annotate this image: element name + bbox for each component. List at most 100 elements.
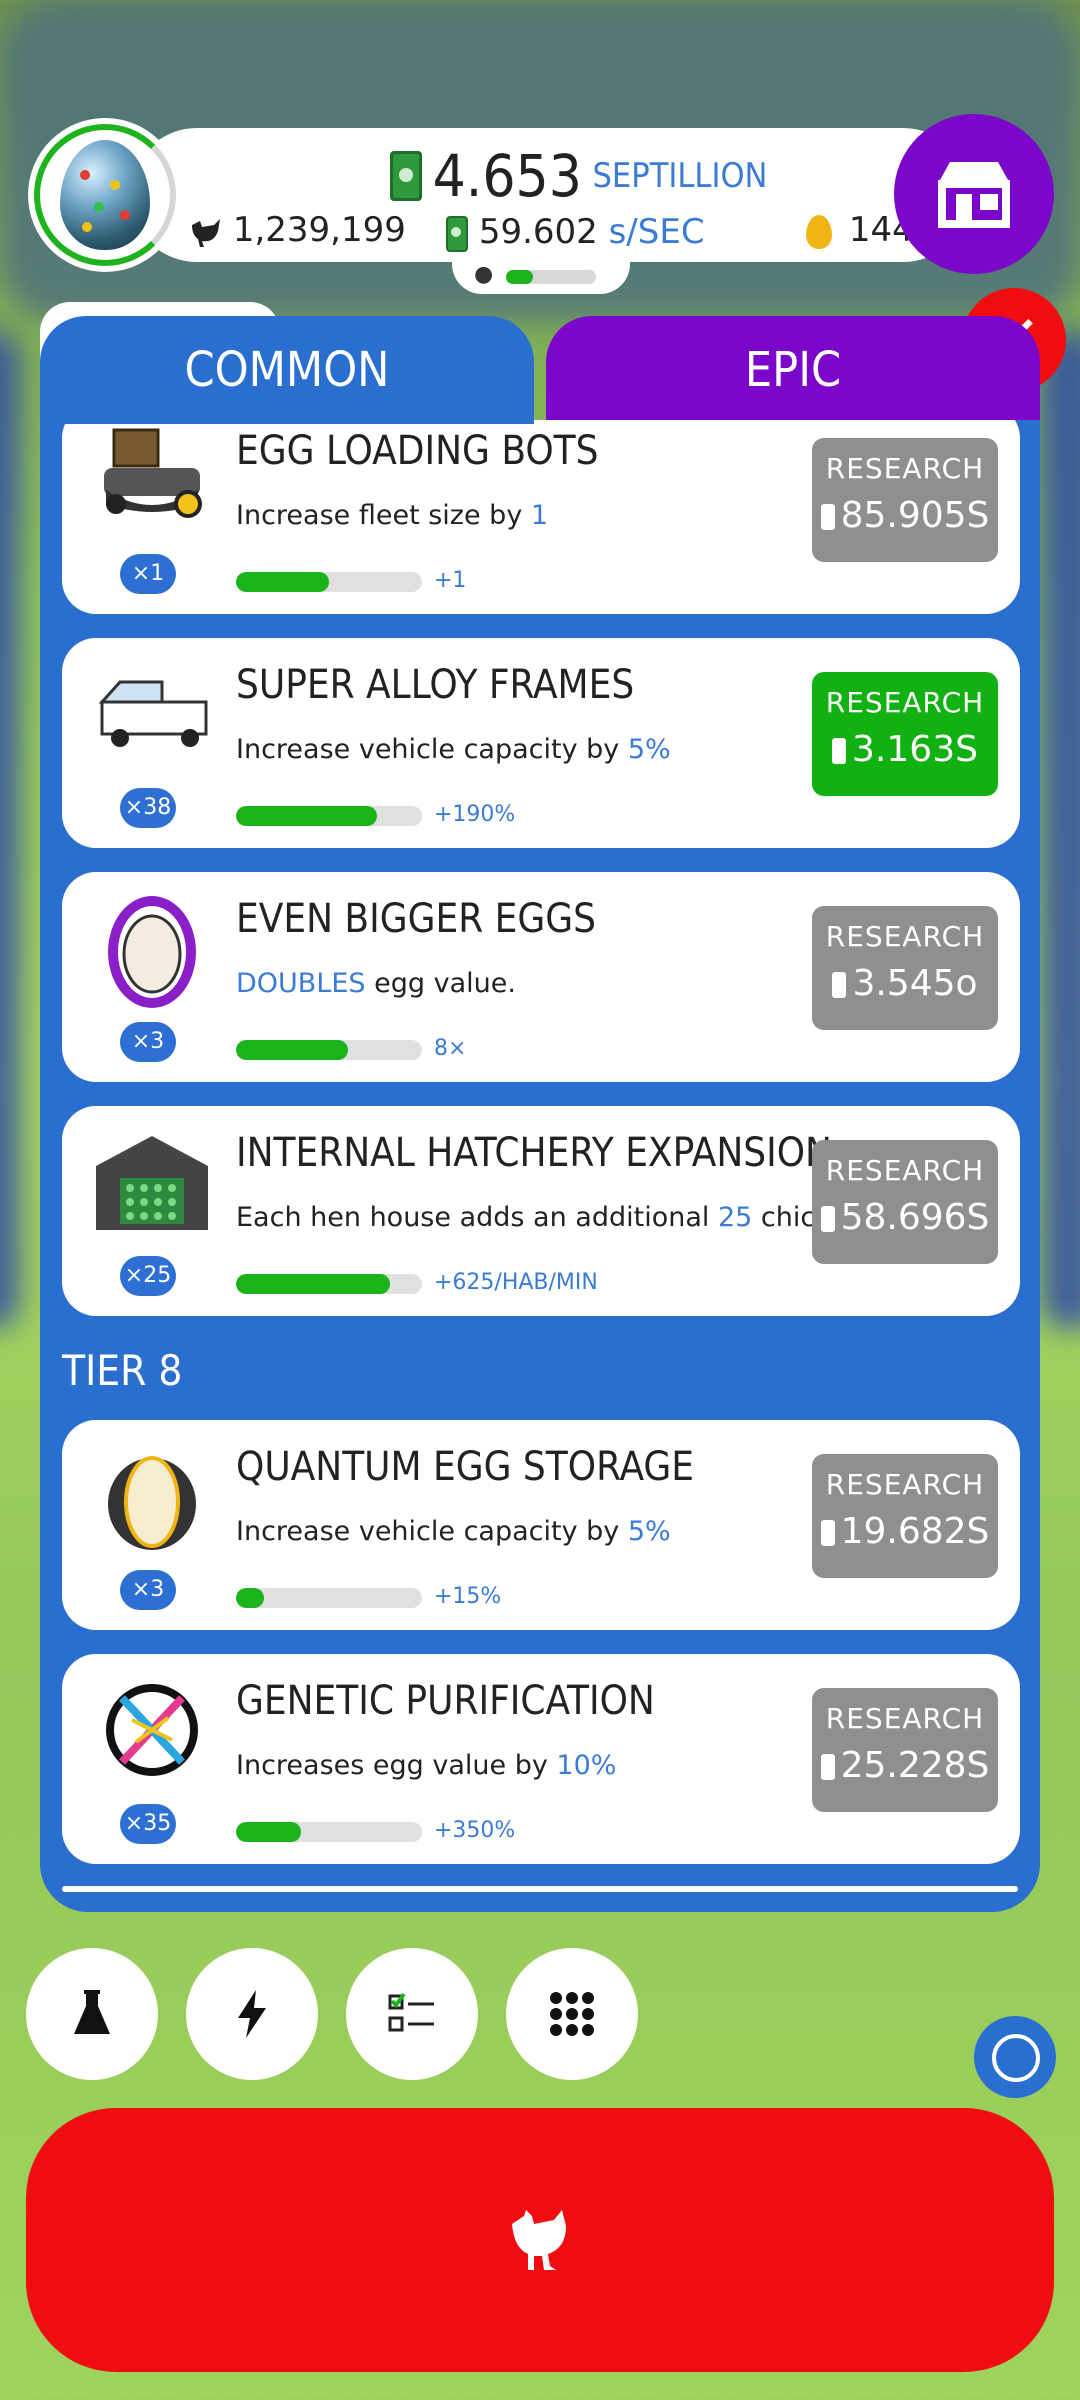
tab-common[interactable]: COMMON: [40, 316, 534, 424]
desc-text: egg value.: [365, 968, 516, 999]
research-price: 3.163S: [812, 729, 998, 770]
research-panel[interactable]: ×1 EGG LOADING BOTS Increase fleet size by…: [40, 420, 1040, 1912]
cash-icon: [446, 215, 468, 252]
research-button[interactable]: [26, 1948, 158, 2080]
level-badge: ×3: [120, 1022, 176, 1062]
research-button[interactable]: RESEARCH 58.696S: [812, 1140, 998, 1264]
research-progress: [236, 572, 422, 592]
research-button[interactable]: RESEARCH 85.905S: [812, 438, 998, 562]
desc-highlight: 10%: [556, 1750, 617, 1781]
prestige-egg-avatar[interactable]: [28, 118, 182, 272]
research-price: 25.228S: [812, 1745, 998, 1786]
research-price-value: 3.163S: [852, 729, 978, 770]
hatch-chicken-button[interactable]: [26, 2108, 1054, 2372]
cash-icon: [820, 1206, 835, 1232]
research-price: 58.696S: [812, 1197, 998, 1238]
research-title: SUPER ALLOY FRAMES: [236, 662, 635, 708]
research-card[interactable]: ×38 SUPER ALLOY FRAMES Increase vehicle ca…: [62, 638, 1020, 848]
research-effect: +350%: [434, 1818, 516, 1843]
big-egg-icon: [92, 888, 212, 1008]
desc-highlight: DOUBLES: [236, 968, 366, 999]
research-button-label: RESEARCH: [825, 1468, 985, 1501]
tab-epic[interactable]: EPIC: [546, 316, 1040, 424]
level-badge: ×38: [120, 788, 176, 828]
missions-button[interactable]: [346, 1948, 478, 2080]
money-display: 4.653 SEPTILLION: [390, 142, 767, 210]
research-description: Increases egg value by 10%: [236, 1750, 616, 1781]
research-button[interactable]: RESEARCH 3.545o: [812, 906, 998, 1030]
money-value: 4.653: [432, 142, 582, 210]
background-blur: [1040, 330, 1080, 1330]
research-effect: +625/HAB/MIN: [434, 1270, 598, 1295]
hatch-progress-fill: [506, 270, 533, 284]
background-blur: [0, 330, 20, 1330]
research-progress: [236, 1822, 422, 1842]
chick-icon: ●: [474, 262, 494, 287]
loading-bot-icon: [92, 420, 212, 540]
research-price-value: 3.545o: [852, 963, 978, 1004]
money-unit: SEPTILLION: [592, 156, 768, 196]
desc-text: Increase fleet size by: [236, 500, 531, 531]
research-title: INTERNAL HATCHERY EXPANSION: [236, 1130, 832, 1176]
research-card[interactable]: ×35 GENETIC PURIFICATION Increases egg val…: [62, 1654, 1020, 1864]
level-badge: ×3: [120, 1570, 176, 1610]
boost-button[interactable]: [186, 1948, 318, 2080]
shop-button[interactable]: [894, 114, 1054, 274]
research-effect: +1: [434, 568, 467, 593]
research-list[interactable]: ×1 EGG LOADING BOTS Increase fleet size by…: [40, 420, 1040, 1912]
desc-text: Increase vehicle capacity by: [236, 1516, 628, 1547]
lightning-icon: [238, 1990, 266, 2038]
research-button-label: RESEARCH: [825, 1154, 985, 1187]
cash-icon: [820, 1754, 835, 1780]
cash-icon: [820, 504, 835, 530]
research-effect: +190%: [434, 802, 516, 827]
research-progress-fill: [236, 1040, 348, 1060]
research-price: 19.682S: [812, 1511, 998, 1552]
research-title: EGG LOADING BOTS: [236, 428, 599, 474]
chicken-icon: [512, 2210, 566, 2270]
quantum-egg-icon: [92, 1436, 212, 1556]
research-price: 3.545o: [812, 963, 998, 1004]
level-badge: ×25: [120, 1256, 176, 1296]
hatch-progress-track: [506, 270, 596, 284]
desc-highlight: 1: [530, 500, 549, 531]
research-button-label: RESEARCH: [825, 686, 985, 719]
rate-unit: s/SEC: [608, 212, 705, 252]
golden-egg-icon: [806, 214, 832, 249]
cash-icon: [832, 738, 847, 764]
research-description: Increase vehicle capacity by 5%: [236, 1516, 671, 1547]
status-circle-button[interactable]: [974, 2016, 1056, 2098]
research-button-label: RESEARCH: [825, 1702, 985, 1735]
research-progress: [236, 806, 422, 826]
research-button[interactable]: RESEARCH 3.163S: [812, 672, 998, 796]
research-price-value: 58.696S: [840, 1197, 990, 1238]
chicken-count: 1,239,199: [188, 210, 406, 250]
research-price: 85.905S: [812, 495, 998, 536]
research-progress: [236, 1274, 422, 1294]
cash-icon: [820, 1520, 835, 1546]
truck-icon: [92, 654, 212, 774]
research-progress-fill: [236, 572, 329, 592]
research-progress-fill: [236, 806, 378, 826]
level-badge: ×1: [120, 554, 176, 594]
research-button[interactable]: RESEARCH 19.682S: [812, 1454, 998, 1578]
research-price-value: 25.228S: [840, 1745, 990, 1786]
scroll-indicator: [62, 1886, 1018, 1892]
research-effect: 8×: [434, 1036, 467, 1061]
shop-icon: [938, 162, 1010, 228]
checklist-icon: [388, 1992, 434, 2032]
hatch-progress: ●: [452, 258, 630, 294]
research-card[interactable]: ×3 QUANTUM EGG STORAGE Increase vehicle ca…: [62, 1420, 1020, 1630]
research-card[interactable]: ×3 EVEN BIGGER EGGS DOUBLES egg value. 8× RE…: [62, 872, 1020, 1082]
dna-icon: [92, 1670, 212, 1790]
desc-text: Each hen house adds an additional: [236, 1202, 718, 1233]
research-button-label: RESEARCH: [825, 452, 985, 485]
research-button[interactable]: RESEARCH 25.228S: [812, 1688, 998, 1812]
chicken-icon: [192, 218, 220, 247]
research-description: Increase fleet size by 1: [236, 500, 548, 531]
menu-button[interactable]: [506, 1948, 638, 2080]
research-card[interactable]: ×1 EGG LOADING BOTS Increase fleet size by…: [62, 420, 1020, 614]
hatchery-icon: [92, 1122, 212, 1242]
research-button-label: RESEARCH: [825, 920, 985, 953]
research-card[interactable]: ×25 INTERNAL HATCHERY EXPANSION Each hen h…: [62, 1106, 1020, 1316]
